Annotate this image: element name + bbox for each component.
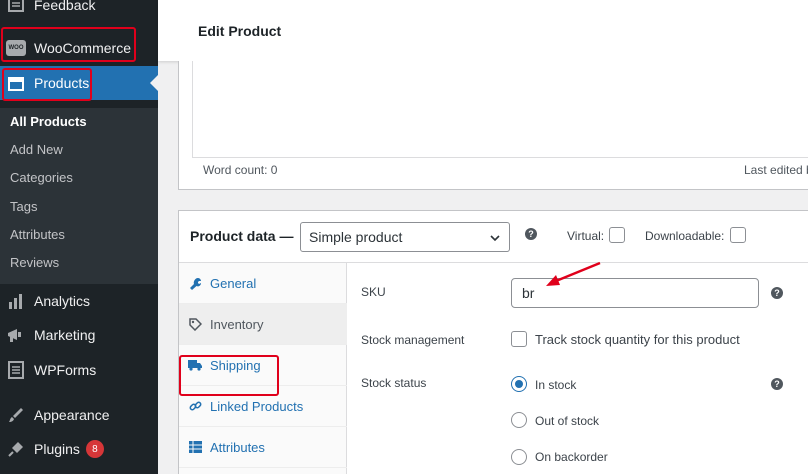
radio-label-in-stock: In stock bbox=[535, 378, 577, 392]
tab-label: Attributes bbox=[210, 439, 265, 455]
page-title: Edit Product bbox=[198, 23, 282, 39]
description-editor: Word count: 0 Last edited b bbox=[178, 61, 808, 190]
sidebar-item-label: Plugins bbox=[34, 441, 80, 457]
sidebar-item-label: WPForms bbox=[34, 362, 97, 378]
stock-status-label: Stock status bbox=[361, 376, 427, 390]
track-stock-label: Track stock quantity for this product bbox=[535, 332, 740, 347]
radio-label-out-of-stock: Out of stock bbox=[535, 414, 600, 428]
submenu-all-products[interactable]: All Products bbox=[10, 114, 87, 129]
paintbrush-icon bbox=[6, 405, 26, 425]
sidebar-item-plugins[interactable]: Plugins 8 bbox=[0, 432, 158, 466]
word-count: Word count: 0 bbox=[203, 163, 278, 177]
tab-attributes[interactable]: Attributes bbox=[179, 427, 347, 468]
help-icon[interactable]: ? bbox=[771, 378, 783, 390]
sidebar-item-label: Marketing bbox=[34, 327, 96, 343]
plug-icon bbox=[6, 439, 26, 459]
page-header: Edit Product bbox=[158, 0, 808, 61]
admin-sidebar: Feedback WOO WooCommerce Products All Pr… bbox=[0, 0, 158, 474]
product-type-select[interactable]: Simple product bbox=[300, 222, 510, 252]
help-icon[interactable]: ? bbox=[771, 287, 783, 299]
sidebar-item-label: Appearance bbox=[34, 407, 110, 423]
product-data-panel: Product data — Simple product ? Virtual:… bbox=[178, 210, 808, 474]
tag-icon bbox=[188, 317, 202, 331]
table-icon bbox=[188, 441, 202, 453]
editor-content-area[interactable] bbox=[192, 61, 808, 158]
submenu-categories[interactable]: Categories bbox=[10, 170, 73, 185]
feedback-icon bbox=[6, 0, 26, 15]
sidebar-item-appearance[interactable]: Appearance bbox=[0, 398, 158, 432]
submenu-tags[interactable]: Tags bbox=[10, 199, 37, 214]
tab-general[interactable]: General bbox=[179, 263, 347, 304]
sidebar-item-label: Analytics bbox=[34, 293, 91, 309]
sidebar-item-label: Feedback bbox=[34, 0, 96, 13]
sku-input[interactable] bbox=[511, 278, 759, 308]
radio-in-stock[interactable] bbox=[511, 376, 527, 392]
annotation-highlight-products bbox=[2, 68, 92, 101]
sidebar-item-marketing[interactable]: Marketing bbox=[0, 318, 158, 352]
sidebar-item-feedback[interactable]: Feedback bbox=[0, 0, 158, 22]
stock-management-label: Stock management bbox=[361, 333, 465, 347]
submenu-reviews[interactable]: Reviews bbox=[10, 255, 59, 270]
submenu-attributes[interactable]: Attributes bbox=[10, 227, 65, 242]
chevron-down-icon bbox=[489, 231, 501, 247]
megaphone-icon bbox=[6, 325, 26, 345]
product-data-tabs: General Inventory Shipping Linked Produc… bbox=[179, 263, 347, 474]
sku-label: SKU bbox=[361, 285, 386, 299]
active-indicator bbox=[150, 75, 158, 91]
last-edited-info: Last edited b bbox=[744, 163, 808, 177]
tab-label: General bbox=[210, 275, 257, 291]
annotation-highlight-inventory bbox=[179, 355, 279, 396]
downloadable-label: Downloadable: bbox=[645, 229, 725, 243]
wrench-icon bbox=[188, 277, 202, 290]
radio-on-backorder[interactable] bbox=[511, 449, 527, 465]
wpforms-icon bbox=[6, 360, 26, 380]
track-stock-checkbox[interactable] bbox=[511, 331, 527, 347]
product-data-title: Product data — bbox=[190, 228, 294, 244]
product-type-value: Simple product bbox=[309, 229, 403, 245]
radio-label-on-backorder: On backorder bbox=[535, 450, 608, 464]
submenu-add-new[interactable]: Add New bbox=[10, 142, 63, 157]
virtual-label: Virtual: bbox=[567, 229, 605, 243]
products-submenu: All Products Add New Categories Tags Att… bbox=[0, 108, 158, 284]
tab-inventory[interactable]: Inventory bbox=[179, 304, 347, 345]
radio-out-of-stock[interactable] bbox=[511, 412, 527, 428]
analytics-icon bbox=[6, 291, 26, 311]
sidebar-item-analytics[interactable]: Analytics bbox=[0, 284, 158, 318]
virtual-checkbox[interactable] bbox=[609, 227, 625, 243]
annotation-highlight-woocommerce bbox=[1, 27, 136, 62]
update-count-badge: 8 bbox=[85, 440, 104, 458]
tab-label: Linked Products bbox=[210, 398, 304, 414]
link-icon bbox=[188, 400, 202, 413]
downloadable-checkbox[interactable] bbox=[730, 227, 746, 243]
sidebar-item-wpforms[interactable]: WPForms bbox=[0, 353, 158, 387]
tab-label: Inventory bbox=[210, 316, 264, 332]
help-icon[interactable]: ? bbox=[525, 228, 537, 240]
